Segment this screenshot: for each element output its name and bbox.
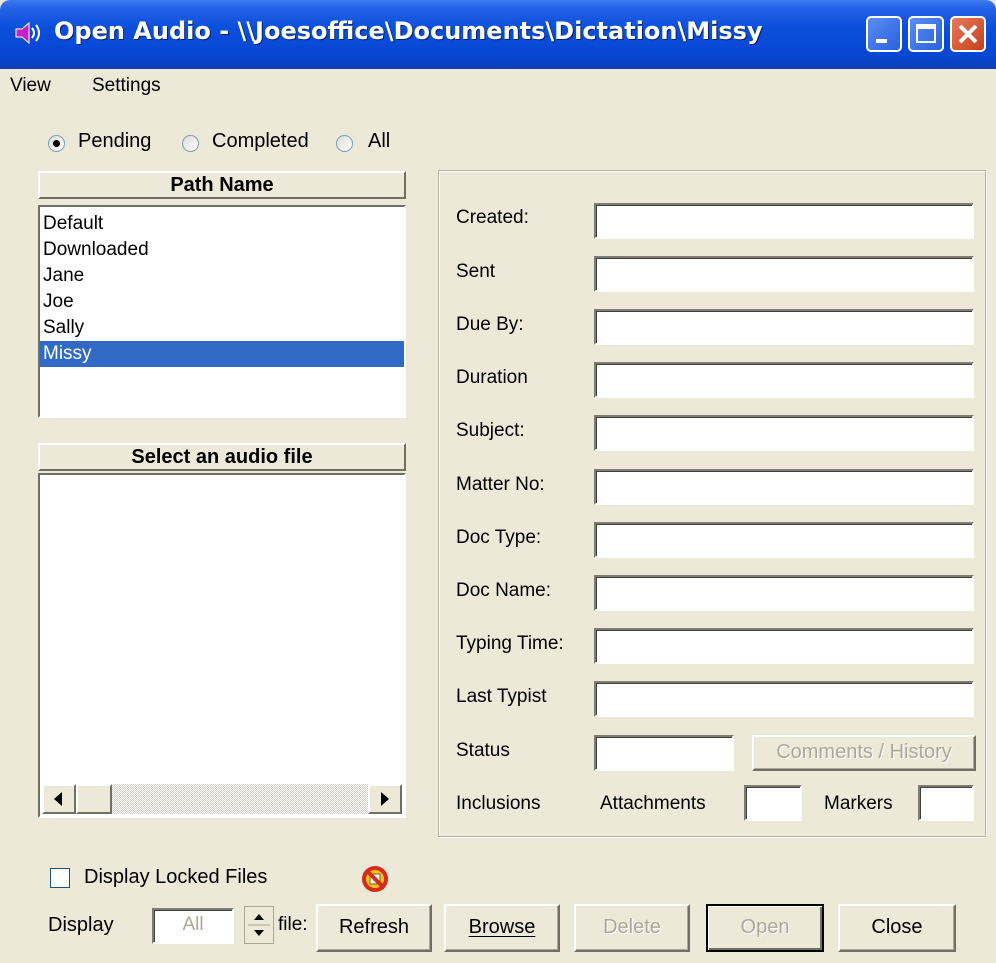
field-status[interactable] — [594, 735, 734, 771]
list-item-downloaded[interactable]: Downloaded — [40, 237, 404, 263]
close-icon — [958, 24, 978, 44]
open-audio-window: Open Audio - \\Joesoffice\Documents\Dict… — [0, 0, 996, 963]
field-last-typist[interactable] — [594, 681, 974, 717]
path-name-header[interactable]: Path Name — [38, 171, 406, 199]
audio-file-list[interactable] — [38, 473, 406, 818]
radio-completed-label[interactable]: Completed — [212, 130, 309, 153]
label-typing-time: Typing Time: — [456, 633, 564, 654]
label-attachments: Attachments — [600, 793, 706, 814]
maximize-button[interactable] — [908, 16, 944, 52]
audio-file-header[interactable]: Select an audio file — [38, 443, 406, 471]
label-due-by: Due By: — [456, 314, 524, 335]
field-doc-name[interactable] — [594, 575, 974, 611]
field-matter-no[interactable] — [594, 469, 974, 505]
radio-pending[interactable] — [48, 135, 65, 152]
list-item-jane[interactable]: Jane — [40, 263, 404, 289]
list-item-default[interactable]: Default — [40, 211, 404, 237]
field-attachments[interactable] — [744, 785, 802, 821]
arrow-left-icon — [54, 792, 62, 806]
label-matter-no: Matter No: — [456, 474, 545, 495]
comments-history-button[interactable]: Comments / History — [752, 735, 976, 771]
radio-all[interactable] — [336, 135, 353, 152]
browse-button[interactable]: Browse — [444, 904, 560, 952]
field-sent[interactable] — [594, 256, 974, 292]
field-duration[interactable] — [594, 362, 974, 398]
scrollbar-track[interactable] — [76, 784, 368, 814]
scroll-left-button[interactable] — [42, 784, 76, 814]
locked-files-icon — [362, 866, 388, 892]
display-label: Display — [48, 914, 114, 936]
list-item-sally[interactable]: Sally — [40, 315, 404, 341]
files-label: file: — [278, 914, 308, 935]
refresh-button[interactable]: Refresh — [316, 904, 432, 952]
spinner-arrows-icon — [248, 914, 270, 936]
menu-view[interactable]: View — [10, 75, 51, 97]
minimize-icon — [876, 39, 887, 43]
label-status: Status — [456, 740, 510, 761]
field-due-by[interactable] — [594, 309, 974, 345]
open-button[interactable]: Open — [706, 904, 824, 952]
radio-completed[interactable] — [182, 135, 199, 152]
close-button[interactable]: Close — [838, 904, 956, 952]
display-count-field[interactable]: All — [152, 908, 234, 944]
field-subject[interactable] — [594, 415, 974, 451]
menu-bar: View Settings — [0, 69, 996, 105]
label-subject: Subject: — [456, 420, 525, 441]
label-doc-type: Doc Type: — [456, 527, 542, 548]
list-item-joe[interactable]: Joe — [40, 289, 404, 315]
scroll-right-button[interactable] — [368, 784, 402, 814]
field-markers[interactable] — [918, 785, 974, 821]
radio-pending-label[interactable]: Pending — [78, 130, 151, 153]
display-locked-label[interactable]: Display Locked Files — [84, 866, 267, 889]
menu-settings[interactable]: Settings — [92, 75, 161, 97]
display-locked-checkbox[interactable] — [50, 868, 70, 888]
audio-app-icon — [15, 21, 40, 45]
field-created[interactable] — [594, 203, 974, 239]
window-title: Open Audio - \\Joesoffice\Documents\Dict… — [54, 17, 763, 45]
maximize-icon — [916, 24, 936, 43]
minimize-button[interactable] — [866, 16, 902, 52]
title-bar[interactable]: Open Audio - \\Joesoffice\Documents\Dict… — [0, 0, 996, 69]
delete-button[interactable]: Delete — [574, 904, 690, 952]
list-item-missy[interactable]: Missy — [40, 341, 404, 367]
scrollbar-thumb[interactable] — [76, 784, 112, 814]
arrow-right-icon — [381, 792, 389, 806]
label-duration: Duration — [456, 367, 528, 388]
label-sent: Sent — [456, 261, 496, 282]
field-doc-type[interactable] — [594, 522, 974, 558]
path-name-list[interactable]: Default Downloaded Jane Joe Sally Missy — [38, 205, 406, 418]
display-count-spinner[interactable] — [244, 906, 274, 944]
audio-list-hscrollbar[interactable] — [42, 784, 402, 814]
label-last-typist: Last Typist — [456, 686, 547, 707]
field-typing-time[interactable] — [594, 628, 974, 664]
close-window-button[interactable] — [950, 16, 986, 52]
label-inclusions: Inclusions — [456, 793, 541, 814]
label-markers: Markers — [824, 793, 893, 814]
radio-all-label[interactable]: All — [368, 130, 390, 153]
label-doc-name: Doc Name: — [456, 580, 552, 601]
label-created: Created: — [456, 207, 529, 228]
